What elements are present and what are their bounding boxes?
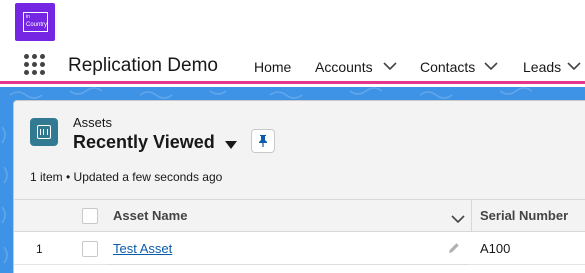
app-launcher-grid-icon[interactable] (24, 54, 46, 76)
app-name: Replication Demo (68, 55, 218, 76)
list-view-title[interactable]: Recently Viewed (73, 130, 215, 154)
asset-name-link[interactable]: Test Asset (113, 241, 172, 257)
column-header-serial-number[interactable]: Serial Number (480, 208, 568, 224)
list-view-card: Assets Recently Viewed 1 item • Updated … (13, 100, 585, 273)
list-status-text: 1 item • Updated a few seconds ago (30, 170, 223, 184)
pencil-edit-icon[interactable] (447, 241, 461, 255)
table-header: Asset Name Serial Number (14, 200, 585, 232)
column-menu-chevron-icon[interactable] (451, 211, 465, 229)
logo-band: in Country (0, 0, 585, 44)
column-divider[interactable] (471, 200, 472, 232)
nav-item-home[interactable]: Home (254, 58, 291, 76)
data-table: Asset Name Serial Number 1 Test Asset A1… (14, 199, 585, 273)
chevron-down-icon[interactable] (567, 61, 581, 73)
object-breadcrumb[interactable]: Assets (73, 115, 112, 131)
table-row: 1 Test Asset A100 (14, 233, 585, 265)
nav-item-leads[interactable]: Leads (523, 58, 561, 76)
chevron-down-icon[interactable] (383, 61, 397, 73)
cell-focus-line (106, 264, 469, 265)
caret-down-icon[interactable] (224, 137, 238, 149)
row-number: 1 (36, 242, 43, 256)
row-select-checkbox[interactable] (82, 241, 98, 257)
select-all-checkbox[interactable] (82, 208, 98, 224)
asset-icon (30, 118, 58, 146)
logo-text-line1: in (26, 14, 30, 20)
incountry-logo[interactable]: in Country (15, 3, 55, 41)
serial-number-cell: A100 (480, 241, 511, 256)
logo-text-line2: Country (26, 22, 48, 28)
nav-item-contacts[interactable]: Contacts (420, 58, 475, 76)
column-header-asset-name[interactable]: Asset Name (113, 208, 187, 224)
chevron-down-icon[interactable] (484, 61, 498, 73)
pin-icon (259, 135, 267, 147)
pin-list-view-button[interactable] (251, 129, 275, 153)
navigation-bar: Replication Demo Home Accounts Contacts … (0, 44, 585, 84)
nav-item-accounts[interactable]: Accounts (315, 58, 373, 76)
